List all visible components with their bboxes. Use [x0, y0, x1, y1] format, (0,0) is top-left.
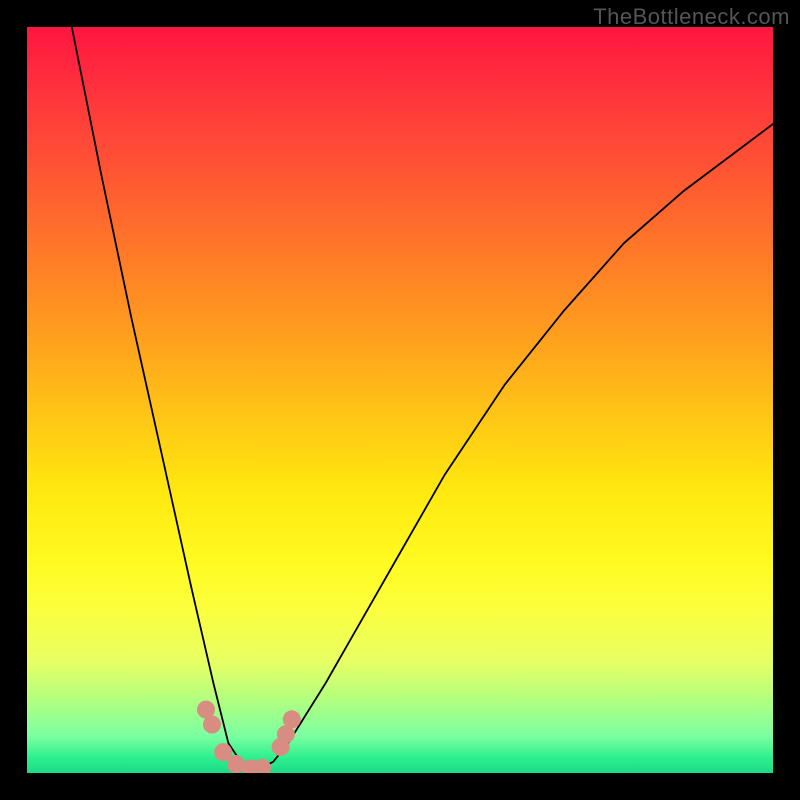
plot-area — [27, 27, 773, 773]
curve-bead — [203, 716, 221, 734]
watermark-label: TheBottleneck.com — [593, 4, 790, 30]
curve-path — [72, 27, 773, 769]
curve-bead — [253, 759, 271, 773]
bottleneck-curve — [27, 27, 773, 773]
curve-bead — [283, 710, 301, 728]
chart-frame: TheBottleneck.com — [0, 0, 800, 800]
bead-group — [197, 701, 301, 773]
